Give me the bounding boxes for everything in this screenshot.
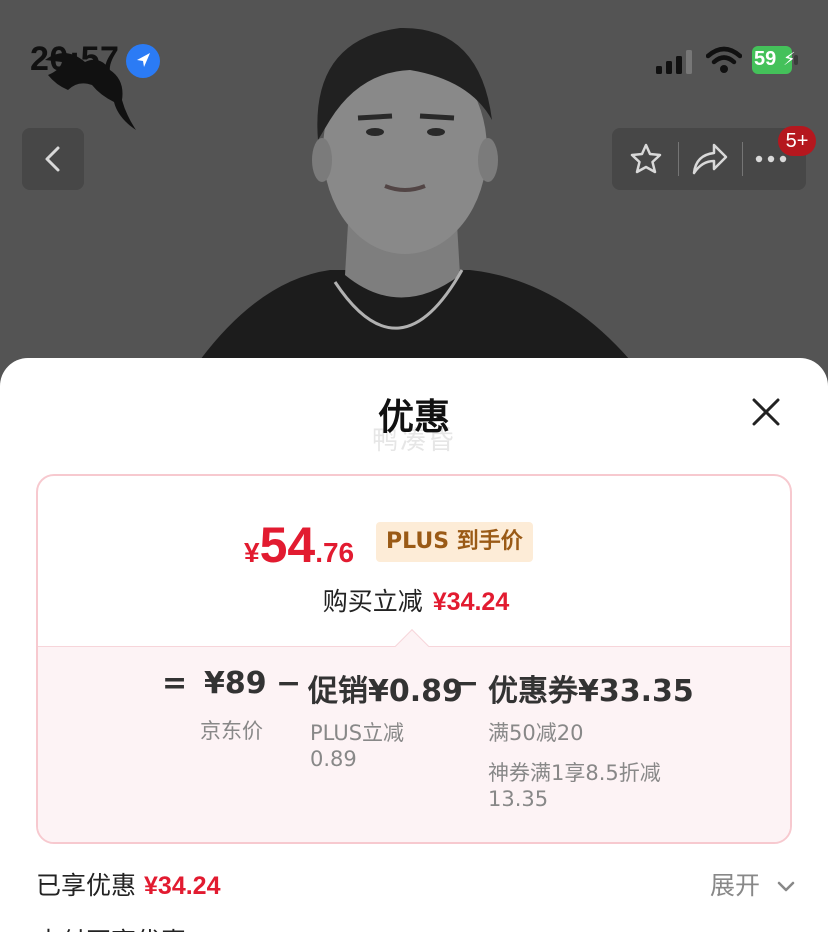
final-price-row: ¥54.76 PLUS 到手价 <box>38 516 790 576</box>
instant-reduction-row: 购买立减 ¥34.24 <box>38 582 790 618</box>
promo-note-amount: 0.89 <box>310 747 357 771</box>
sheet-title: 优惠 <box>377 397 450 438</box>
share-icon[interactable] <box>690 141 730 177</box>
wifi-icon <box>706 46 742 73</box>
discount-bottom-sheet: 鸭凑昏 优惠 ¥54.76 PLUS 到手价 购买立减 ¥34.24 = ¥89 … <box>0 358 828 932</box>
coupon-note-threshold: 满50减20 <box>488 721 584 745</box>
coupon-value: 优惠券¥33.35 <box>488 674 694 709</box>
jd-price-value: ¥89 <box>204 666 267 701</box>
battery-percent: 59 <box>754 48 777 70</box>
battery-indicator: 59 ⚡ <box>752 46 800 74</box>
chevron-down-icon <box>777 881 795 892</box>
notification-badge: 5+ <box>778 126 816 156</box>
more-dots-icon[interactable] <box>754 154 788 164</box>
expand-label: 展开 <box>710 871 761 900</box>
charging-bolt-icon: ⚡ <box>783 49 796 70</box>
close-button[interactable] <box>748 394 784 430</box>
price-formula: = ¥89 − 促销¥0.89 − 优惠券¥33.35 <box>38 666 790 709</box>
promo-note-label: PLUS立减 <box>310 721 405 745</box>
coupon-note-amount: 13.35 <box>488 787 549 811</box>
final-price: ¥54.76 <box>244 517 355 573</box>
close-icon <box>752 398 780 426</box>
cellular-signal-icon <box>656 50 692 74</box>
location-arrow-icon <box>126 44 160 78</box>
top-action-group <box>612 128 806 190</box>
minus-sign: − <box>454 666 480 701</box>
instant-reduction-amount: ¥34.24 <box>432 588 510 616</box>
jd-price-label: 京东价 <box>200 719 263 743</box>
instant-reduction-label: 购买立减 <box>322 587 423 616</box>
coupon-note-discount: 神券满1享8.5折减 <box>488 761 661 785</box>
plus-price-tag: PLUS 到手价 <box>376 522 533 562</box>
pay-more-discount-row: 支付再享优惠 <box>36 922 186 932</box>
enjoyed-discount-label: 已享优惠 <box>36 871 137 900</box>
brand-logo-icon <box>45 52 136 130</box>
chevron-left-icon <box>45 146 60 172</box>
status-bar: 20:57 59 ⚡ <box>0 0 828 130</box>
price-breakdown-card: ¥54.76 PLUS 到手价 购买立减 ¥34.24 = ¥89 − 促销¥0.… <box>36 474 792 844</box>
minus-sign: − <box>276 666 302 701</box>
enjoyed-discount-row: 已享优惠 ¥34.24 <box>36 866 220 902</box>
expand-button[interactable]: 展开 <box>710 866 796 902</box>
back-button[interactable] <box>22 128 84 190</box>
equals-sign: = <box>162 666 188 701</box>
enjoyed-discount-amount: ¥34.24 <box>144 872 221 900</box>
star-favorite-icon[interactable] <box>628 141 664 177</box>
promo-value: 促销¥0.89 <box>308 674 463 709</box>
